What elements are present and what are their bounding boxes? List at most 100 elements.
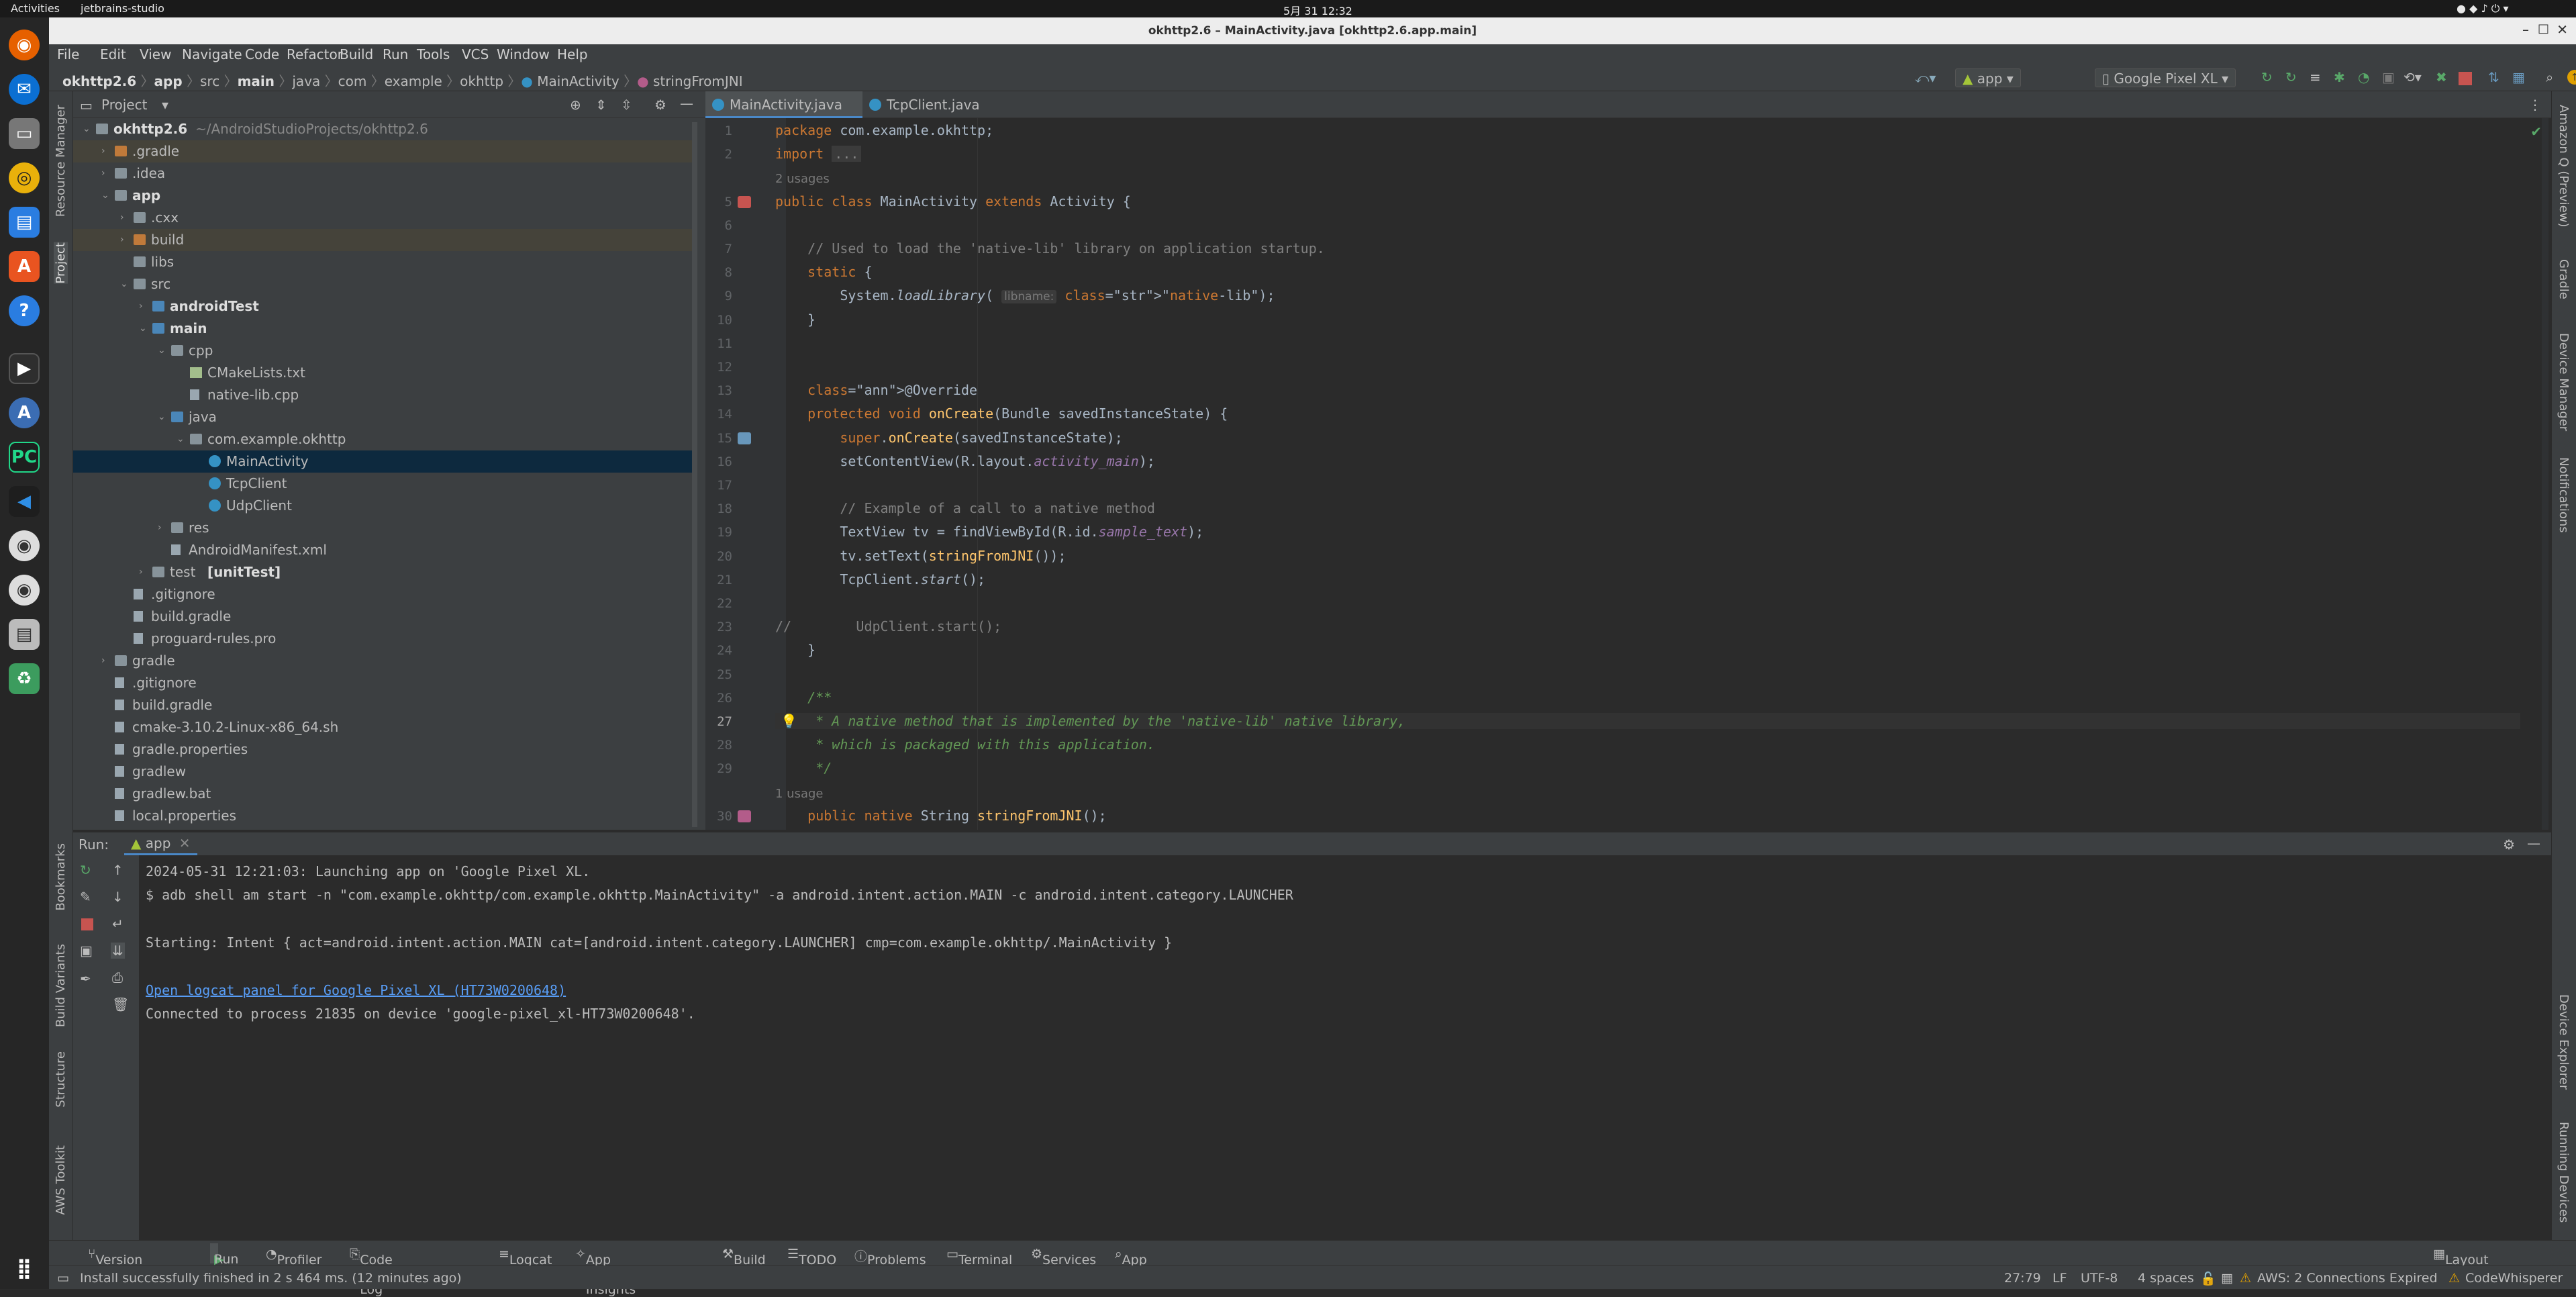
code-line[interactable]: } [775,311,815,328]
logcat-icon[interactable]: ≡ [2310,69,2321,85]
code-line[interactable]: System.loadLibrary( libname: class="str"… [775,287,1275,304]
chevron-down-icon[interactable]: ⌄ [158,340,168,362]
rhythmbox-icon[interactable]: ◎ [9,162,40,193]
open-logcat-link[interactable]: Open logcat panel for Google Pixel XL (H… [146,982,566,998]
hide-icon[interactable]: — [680,95,693,111]
code-line[interactable]: TcpClient.start(); [775,571,985,587]
indent-setting[interactable]: 4 spaces [2138,1271,2194,1286]
code-line[interactable]: // Used to load the 'native-lib' library… [775,240,1325,256]
writer-icon[interactable]: ▤ [9,207,40,238]
tree-item-package-folder[interactable]: ⌄ com.example.okhttp [73,428,697,450]
close-icon[interactable]: ✕ [179,835,191,851]
chevron-down-icon[interactable]: ⌄ [101,185,112,207]
tree-item-app-build-gradle-file[interactable]: build.gradle [73,606,697,628]
menu-view[interactable]: View [140,46,171,62]
lightbulb-icon[interactable]: 💡 [781,713,797,729]
device-manager-icon[interactable]: ▦ [2512,69,2525,85]
breadcrumb-item[interactable]: java [292,73,320,89]
code-reference-log-tab[interactable]: ⎘ Code Reference Log [350,1247,424,1297]
memory-icon[interactable]: ▦ [2221,1271,2233,1286]
menu-edit[interactable]: Edit [100,46,126,62]
minimize-icon[interactable]: – [2522,21,2529,38]
tree-item-gitignore-file[interactable]: .gitignore [73,672,697,694]
chevron-right-icon[interactable]: › [120,207,131,229]
tree-item-udpclient-file[interactable]: UdpClient [73,495,697,517]
resource-manager-tab[interactable]: Resource Manager [54,105,68,217]
status-icons[interactable]: ● ◆ ♪ ⏻ ▾ [2457,2,2509,15]
pycharm-icon[interactable]: PC [9,442,40,473]
stop-icon[interactable] [2459,72,2472,85]
code-line[interactable]: package com.example.okhttp; [775,122,993,138]
debug-icon[interactable]: ✱ [2334,69,2345,85]
active-app-name[interactable]: jetbrains-studio [81,2,164,15]
lock-icon[interactable]: 🔓 [2200,1271,2216,1286]
project-view-selector[interactable]: Project [101,97,147,113]
line-separator[interactable]: LF [2052,1271,2067,1286]
profiler-tab[interactable]: ◔ Profiler [266,1247,321,1267]
usages-hint[interactable]: 1 usage [775,787,824,801]
device-manager-tab[interactable]: Device Manager [2557,333,2571,431]
usages-hint[interactable]: 2 usages [775,172,830,186]
menu-help[interactable]: Help [557,46,588,62]
services-tab[interactable]: ⚙ Services [1031,1247,1096,1267]
apply-changes-icon[interactable]: ↻ [2261,69,2273,85]
chevron-down-icon[interactable]: ⌄ [120,273,131,295]
tree-item-idea-folder[interactable]: › .idea [73,162,697,185]
breadcrumb-item[interactable]: stringFromJNI [653,73,743,89]
tree-item-gradle-properties-file[interactable]: gradle.properties [73,738,697,761]
help-icon[interactable]: ? [9,295,40,326]
software-icon[interactable]: A [9,251,40,282]
chevron-down-icon[interactable]: ⌄ [83,118,93,140]
status-message[interactable]: Install successfully finished in 2 s 464… [80,1271,462,1286]
codewhisperer-status[interactable]: CodeWhisperer [2465,1271,2563,1286]
chevron-right-icon[interactable]: › [158,517,168,539]
maximize-icon[interactable]: □ [2538,21,2549,36]
notifications-tab[interactable]: Notifications [2557,457,2571,533]
app-inspection-tab[interactable]: ⌕ App Inspection [1115,1247,1188,1282]
tree-item-root-folder[interactable]: ⌄ okhttp2.6 ~/AndroidStudioProjects/okhttp… [73,118,697,140]
tree-item-test-folder[interactable]: › test [unitTest] [73,561,697,583]
device-selector[interactable]: ▯ Google Pixel XL ▾ [2095,68,2236,87]
gear-icon[interactable]: ⚙ [2503,836,2515,853]
tree-item-native-lib-file[interactable]: native-lib.cpp [73,384,697,406]
chevron-down-icon[interactable]: ⌄ [139,318,150,340]
hammer-back-icon[interactable]: ⤺▾ [1915,70,1936,86]
tree-item-main-folder[interactable]: ⌄ main [73,318,697,340]
no-problems-icon[interactable]: ✔ [2530,124,2542,140]
breadcrumb-item[interactable]: app [154,73,183,89]
code-line[interactable]: tv.setText(stringFromJNI()); [775,548,1066,564]
tree-item-gradle-cache-folder[interactable]: › .gradle [73,140,697,162]
console-output[interactable]: 2024-05-31 12:21:03: Launching app on 'G… [73,855,2551,1240]
tree-item-java-folder[interactable]: ⌄ java [73,406,697,428]
code-line[interactable]: // UdpClient.start(); [775,618,1001,634]
code-line[interactable]: setContentView(R.layout.activity_main); [775,453,1155,469]
version-control-tab[interactable]: ⑂ Version Control [88,1247,142,1282]
menu-build[interactable]: Build [340,46,373,62]
structure-tab[interactable]: Structure [54,1051,68,1108]
project-tab[interactable]: Project [54,242,68,284]
attach-debugger-icon[interactable]: ▣ [2382,69,2395,85]
todo-tab[interactable]: ☰ TODO [787,1247,836,1267]
menu-file[interactable]: File [57,46,79,62]
chevron-down-icon[interactable]: ▾ [162,97,168,113]
menu-run[interactable]: Run [383,46,408,62]
tree-item-cmake-script-file[interactable]: cmake-3.10.2-Linux-x86_64.sh [73,716,697,738]
app-quality-insights-tab[interactable]: ✧ App Quality Insights [575,1247,636,1297]
code-area[interactable]: package com.example.okhttp; import ... 2 u… [705,118,2551,830]
code-line[interactable]: public native String stringFromJNI(); [775,808,1107,824]
code-line[interactable]: */ [775,760,832,776]
code-line[interactable]: static { [775,264,872,280]
hide-icon[interactable]: — [2527,835,2540,851]
gear-icon[interactable]: ⚙ [654,97,666,113]
tree-item-res-folder[interactable]: › res [73,517,697,539]
rerun-icon[interactable]: ⟲▾ [2404,69,2422,85]
tab-tcpclient[interactable]: TcpClient.java [862,91,997,118]
aws-toolkit-tab[interactable]: AWS Toolkit [54,1145,68,1215]
update-icon[interactable]: ↑ [2567,70,2576,85]
tree-item-cmakelists-file[interactable]: CMakeLists.txt [73,362,697,384]
bookmarks-tab[interactable]: Bookmarks [54,843,68,911]
tree-item-gradlew-file[interactable]: gradlew [73,761,697,783]
search-icon[interactable]: ⌕ [2546,69,2553,85]
code-line[interactable]: /** [775,689,832,706]
code-line[interactable]: TextView tv = findViewById(R.id.sample_t… [775,524,1203,540]
